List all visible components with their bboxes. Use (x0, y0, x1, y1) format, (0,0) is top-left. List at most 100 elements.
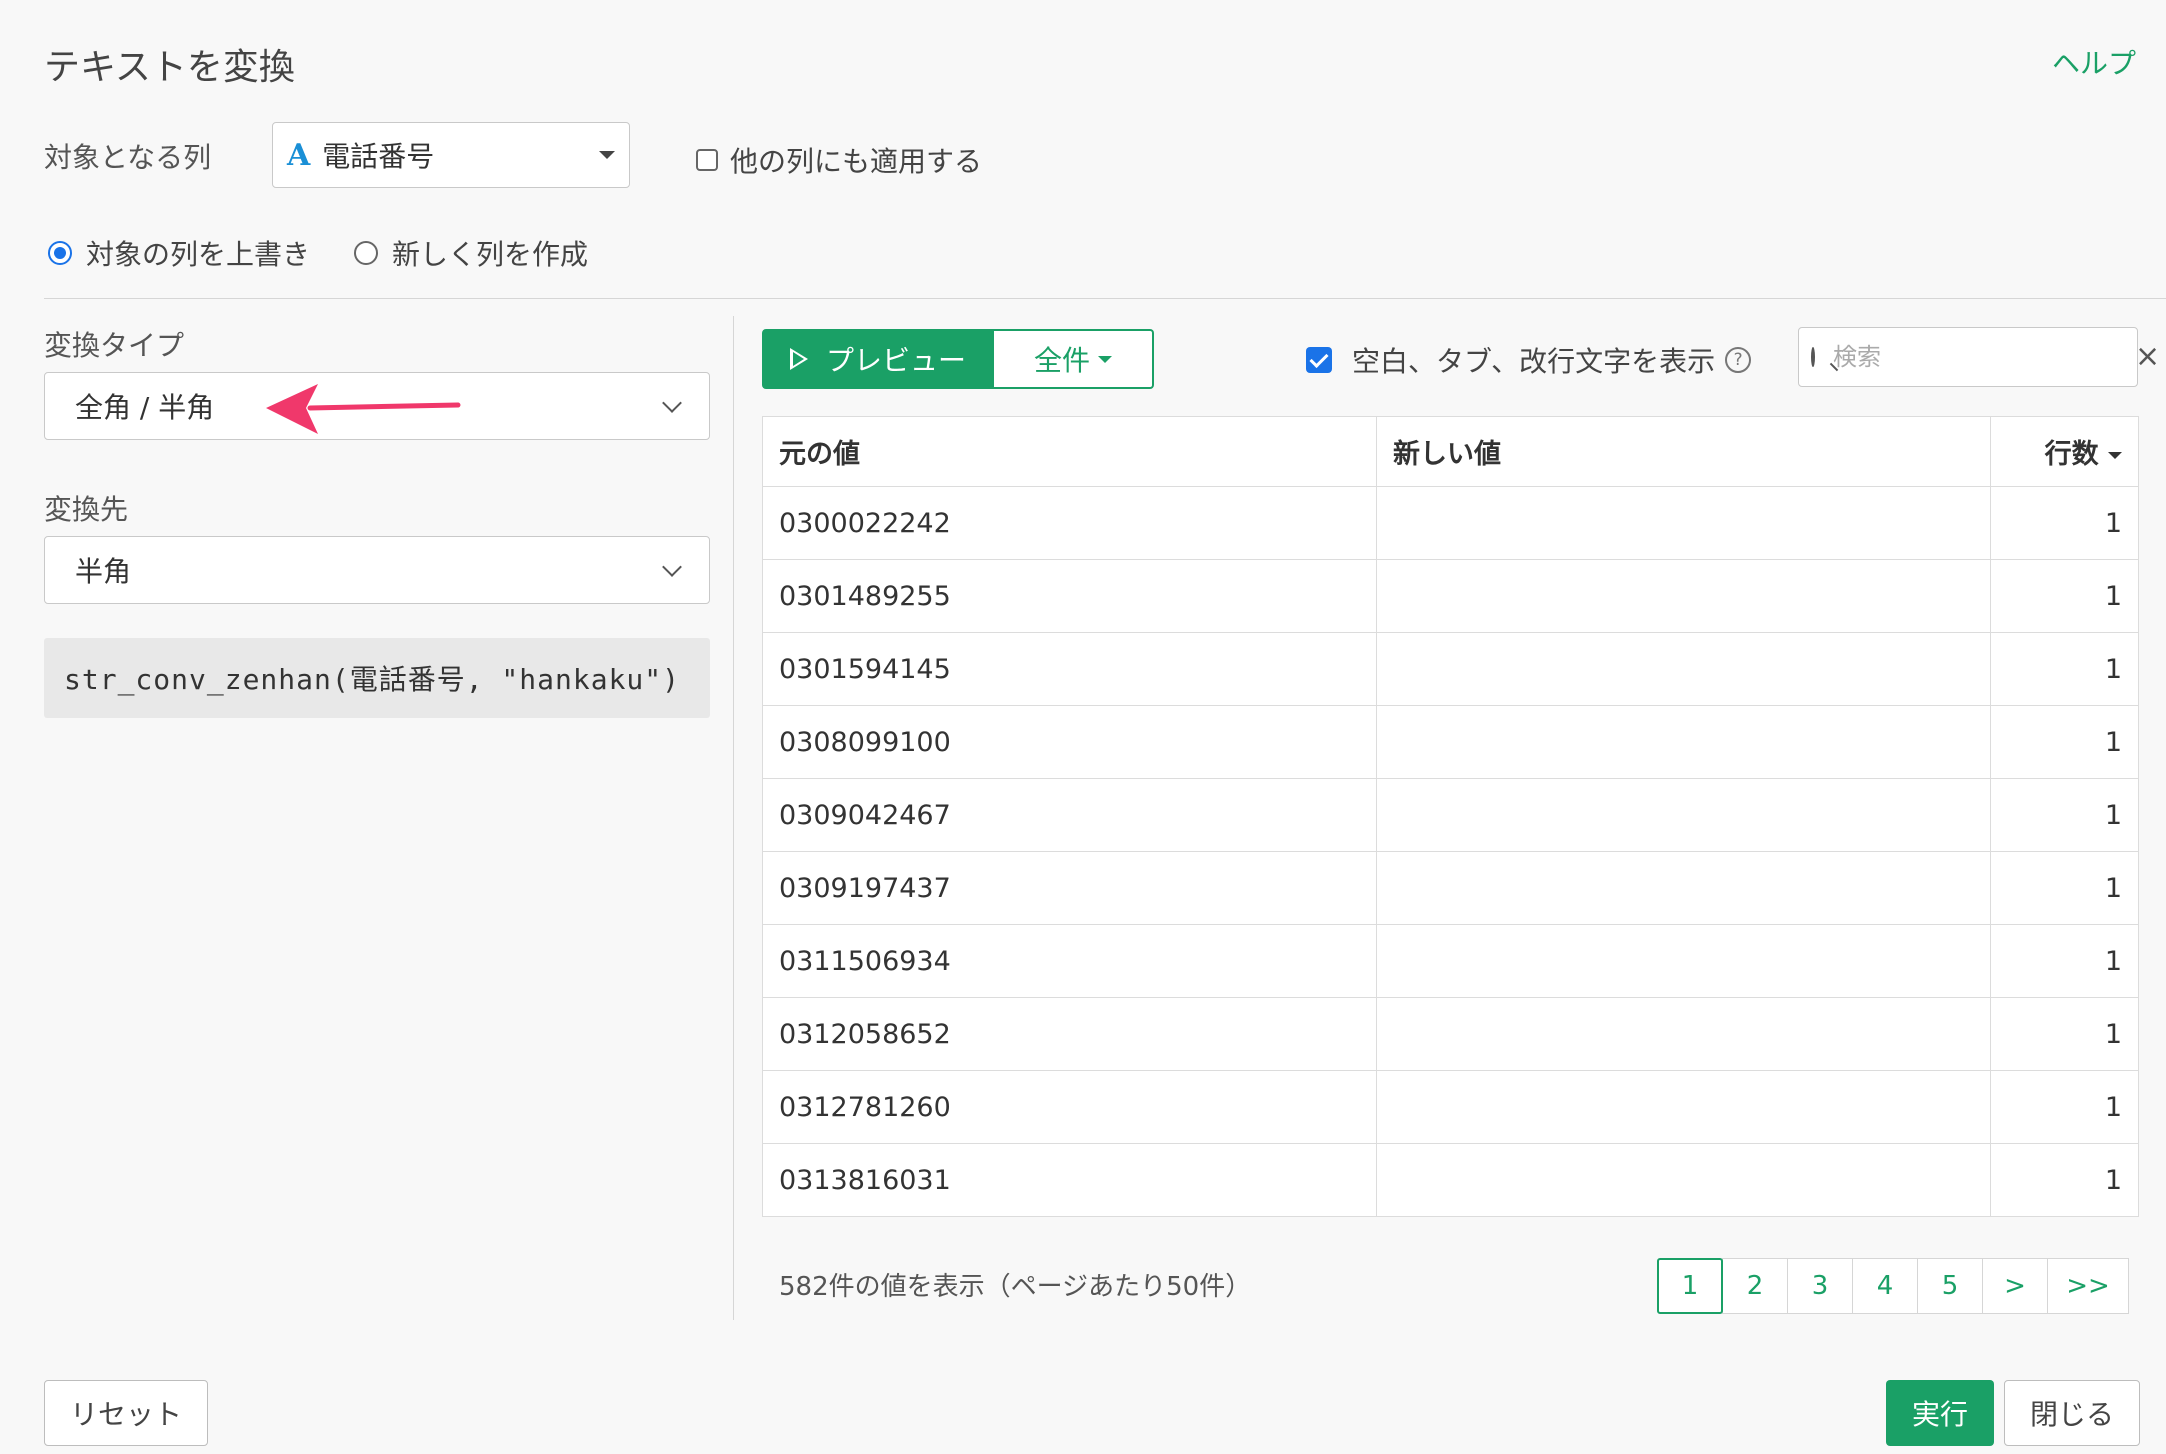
cell-original: 0300022242 (762, 486, 1377, 560)
cell-count: 1 (1990, 632, 2139, 706)
divider-horizontal (44, 298, 2166, 299)
preview-button-group: プレビュー 全件 (762, 329, 1154, 389)
string-type-icon: A (287, 137, 311, 173)
table-row[interactable]: 0309042467 1 (762, 778, 2139, 852)
page-1[interactable]: 1 (1657, 1258, 1723, 1314)
clear-icon[interactable]: × (2135, 342, 2160, 372)
caret-down-icon (599, 151, 615, 159)
table-row[interactable]: 0313816031 1 (762, 1143, 2139, 1217)
destination-label: 変換先 (44, 493, 129, 526)
cell-count: 1 (1990, 559, 2139, 633)
chevron-down-icon (662, 557, 682, 577)
cell-new (1376, 851, 1991, 925)
sort-caret-icon (2108, 452, 2122, 459)
page-3[interactable]: 3 (1787, 1258, 1853, 1314)
annotation-arrow-icon (266, 384, 461, 434)
cell-original: 0308099100 (762, 705, 1377, 779)
radio-overwrite[interactable]: 対象の列を上書き (48, 233, 310, 273)
result-summary: 582件の値を表示（ページあたり50件） (779, 1272, 1252, 1302)
radio-new-column-label: 新しく列を作成 (392, 238, 589, 271)
question-icon[interactable]: ? (1725, 347, 1752, 373)
help-link[interactable]: ヘルプ (2052, 42, 2136, 82)
search-input[interactable] (1831, 342, 2135, 372)
page-4[interactable]: 4 (1852, 1258, 1918, 1314)
cell-new (1376, 559, 1991, 633)
checkbox-icon (696, 149, 718, 171)
show-whitespace-checkbox[interactable]: 空白、タブ、改行文字を表示 ? (1306, 340, 1752, 380)
run-button[interactable]: 実行 (1886, 1380, 1994, 1446)
play-icon (789, 348, 808, 370)
conversion-type-label: 変換タイプ (44, 329, 185, 362)
table-row[interactable]: 0300022242 1 (762, 486, 2139, 560)
apply-other-columns-label: 他の列にも適用する (730, 145, 983, 178)
cell-count: 1 (1990, 778, 2139, 852)
preview-button-label: プレビュー (825, 344, 966, 377)
cell-original: 0313816031 (762, 1143, 1377, 1217)
table-row[interactable]: 0308099100 1 (762, 705, 2139, 779)
table-row[interactable]: 0301594145 1 (762, 632, 2139, 706)
search-icon (1811, 347, 1815, 367)
cell-original: 0301594145 (762, 632, 1377, 706)
cell-new (1376, 632, 1991, 706)
conversion-type-value: 全角 / 半角 (75, 391, 215, 424)
apply-other-columns-checkbox[interactable]: 他の列にも適用する (696, 140, 982, 180)
cell-new (1376, 486, 1991, 560)
header-row-count-label: 行数 (2044, 439, 2099, 470)
target-column-label: 対象となる列 (44, 141, 212, 174)
cell-new (1376, 1143, 1991, 1217)
cell-original: 0312781260 (762, 1070, 1377, 1144)
pagination: 1 2 3 4 5 > >> (1657, 1258, 2129, 1314)
cell-count: 1 (1990, 486, 2139, 560)
cell-original: 0309042467 (762, 778, 1377, 852)
target-column-select[interactable]: A 電話番号 (272, 122, 630, 188)
table-row[interactable]: 0301489255 1 (762, 559, 2139, 633)
radio-overwrite-label: 対象の列を上書き (86, 238, 311, 271)
radio-new-column[interactable]: 新しく列を作成 (354, 233, 588, 273)
radio-unselected-icon (354, 241, 378, 265)
table-row[interactable]: 0312781260 1 (762, 1070, 2139, 1144)
cell-new (1376, 778, 1991, 852)
preview-table: 元の値 新しい値 行数 0300022242 1 0301489255 1 0301… (762, 416, 2139, 1217)
header-new-value[interactable]: 新しい値 (1376, 416, 1991, 487)
table-row[interactable]: 0309197437 1 (762, 851, 2139, 925)
cell-count: 1 (1990, 924, 2139, 998)
formula-preview: str_conv_zenhan(電話番号, "hankaku") (44, 638, 710, 718)
preview-button[interactable]: プレビュー (762, 329, 994, 389)
close-button[interactable]: 閉じる (2004, 1380, 2140, 1446)
header-original-value[interactable]: 元の値 (762, 416, 1377, 487)
header-row-count[interactable]: 行数 (1990, 416, 2139, 487)
cell-new (1376, 1070, 1991, 1144)
target-column-value: 電話番号 (322, 140, 435, 173)
table-header-row: 元の値 新しい値 行数 (762, 416, 2139, 487)
destination-value: 半角 (75, 555, 132, 588)
cell-original: 0309197437 (762, 851, 1377, 925)
divider-vertical (733, 316, 734, 1320)
cell-original: 0301489255 (762, 559, 1377, 633)
cell-new (1376, 705, 1991, 779)
page-5[interactable]: 5 (1917, 1258, 1983, 1314)
destination-select[interactable]: 半角 (44, 536, 710, 604)
cell-original: 0312058652 (762, 997, 1377, 1071)
page-2[interactable]: 2 (1722, 1258, 1788, 1314)
dialog-title: テキストを変換 (44, 47, 295, 88)
cell-count: 1 (1990, 1070, 2139, 1144)
cell-new (1376, 924, 1991, 998)
show-whitespace-label: 空白、タブ、改行文字を表示 (1352, 345, 1716, 378)
table-row[interactable]: 0311506934 1 (762, 924, 2139, 998)
checkbox-checked-icon (1306, 347, 1332, 373)
page-next[interactable]: > (1982, 1258, 2048, 1314)
reset-button[interactable]: リセット (44, 1380, 208, 1446)
cell-count: 1 (1990, 997, 2139, 1071)
search-box: × (1798, 327, 2160, 387)
radio-selected-icon (48, 241, 72, 265)
all-rows-dropdown[interactable]: 全件 (994, 329, 1154, 389)
table-row[interactable]: 0312058652 1 (762, 997, 2139, 1071)
all-rows-label: 全件 (1033, 344, 1090, 377)
cell-count: 1 (1990, 851, 2139, 925)
cell-count: 1 (1990, 1143, 2139, 1217)
cell-new (1376, 997, 1991, 1071)
chevron-down-icon (662, 393, 682, 413)
page-last[interactable]: >> (2047, 1258, 2129, 1314)
caret-down-icon (1098, 355, 1112, 363)
cell-count: 1 (1990, 705, 2139, 779)
